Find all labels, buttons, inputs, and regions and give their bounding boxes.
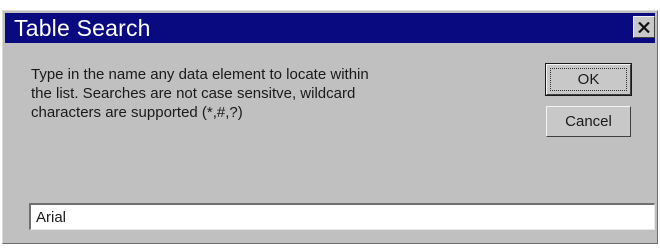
cancel-button[interactable]: Cancel [546,106,631,137]
title-bar[interactable]: Table Search [5,13,655,43]
search-input[interactable] [29,203,655,230]
instructions-line-2: the list. Searches are not case sensitve… [31,85,356,102]
instructions-text: Type in the name any data element to loc… [31,65,491,122]
ok-button-label: OK [577,71,600,88]
ok-button[interactable]: OK [545,63,632,96]
close-icon [638,21,650,33]
table-search-dialog: Table Search Type in the name any data e… [2,10,658,244]
window-title: Table Search [14,15,151,41]
instructions-line-3: characters are supported (*,#,?) [31,104,243,121]
cancel-button-label: Cancel [565,113,612,130]
close-button[interactable] [633,16,655,38]
instructions-line-1: Type in the name any data element to loc… [31,66,369,83]
